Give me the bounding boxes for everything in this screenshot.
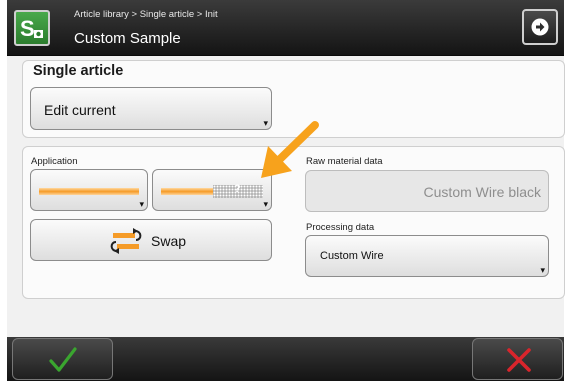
- breadcrumb: Article library > Single article > Init: [74, 9, 218, 20]
- edit-current-button[interactable]: Edit current ▾: [30, 87, 272, 130]
- processing-data-button[interactable]: Custom Wire ▾: [305, 235, 549, 277]
- arrow-right-icon: [531, 18, 549, 36]
- processing-data-value: Custom Wire: [320, 250, 384, 262]
- dropdown-indicator-icon: ▾: [139, 199, 144, 209]
- swap-icon: [110, 228, 142, 254]
- close-x-icon: [507, 348, 531, 372]
- swap-button[interactable]: Swap: [30, 219, 272, 261]
- edit-current-label: Edit current: [44, 102, 116, 118]
- application-label: Application: [31, 156, 78, 167]
- next-button[interactable]: [522, 9, 558, 45]
- raw-material-field: Custom Wire black: [305, 170, 549, 212]
- dropdown-indicator-icon: ▾: [263, 199, 268, 209]
- swap-label: Swap: [151, 233, 187, 249]
- app-logo-icon[interactable]: S: [14, 10, 50, 46]
- ok-button[interactable]: [12, 338, 113, 380]
- wire-icon: [39, 188, 139, 195]
- unknown-marker: ?: [234, 183, 241, 195]
- raw-material-value: Custom Wire black: [423, 184, 541, 200]
- application-left-button[interactable]: ▾: [30, 169, 148, 211]
- processing-data-label: Processing data: [306, 222, 375, 233]
- checkmark-icon: [49, 347, 77, 372]
- unassigned-wire-end-icon: ?: [213, 183, 263, 198]
- cancel-button[interactable]: [472, 338, 563, 380]
- annotation-arrow-icon: [261, 121, 319, 178]
- application-right-button[interactable]: ? ▾: [152, 169, 272, 211]
- wire-icon: [161, 188, 213, 195]
- dropdown-indicator-icon: ▾: [540, 265, 545, 275]
- section-title-single-article: Single article: [33, 63, 124, 79]
- svg-text:S: S: [20, 16, 35, 41]
- page-title: Custom Sample: [74, 30, 181, 47]
